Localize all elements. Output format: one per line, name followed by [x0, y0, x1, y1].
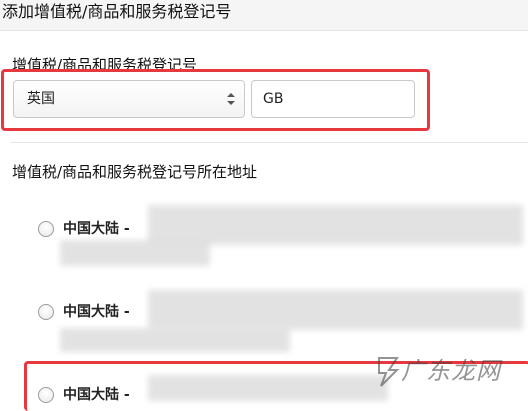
dialog-header: 添加增值税/商品和服务税登记号: [0, 0, 528, 31]
redacted-address-text: [148, 290, 523, 330]
watermark: 广东龙网: [375, 352, 515, 392]
vat-address-label: 增值税/商品和服务税登记号所在地址: [12, 163, 258, 181]
redacted-address-text: [60, 328, 290, 352]
address-option-label: 中国大陆 -: [63, 221, 130, 237]
select-arrows-icon: [227, 93, 235, 105]
vat-number-input[interactable]: GB: [251, 80, 415, 118]
redacted-address-text: [148, 205, 523, 245]
watermark-text: 广东龙网: [401, 357, 501, 385]
address-radio[interactable]: [38, 304, 54, 320]
watermark-logo-icon: [378, 357, 400, 387]
dialog-title: 添加增值税/商品和服务税登记号: [2, 2, 232, 21]
address-option-label: 中国大陆 -: [63, 387, 130, 403]
address-radio[interactable]: [38, 221, 54, 237]
redacted-address-text: [148, 375, 388, 401]
country-select-value: 英国: [27, 91, 55, 107]
redacted-address-text: [60, 240, 210, 266]
vat-number-input-value: GB: [263, 91, 284, 107]
address-option-label: 中国大陆 -: [63, 304, 130, 320]
section-divider: [10, 142, 528, 143]
country-select[interactable]: 英国: [13, 80, 245, 118]
